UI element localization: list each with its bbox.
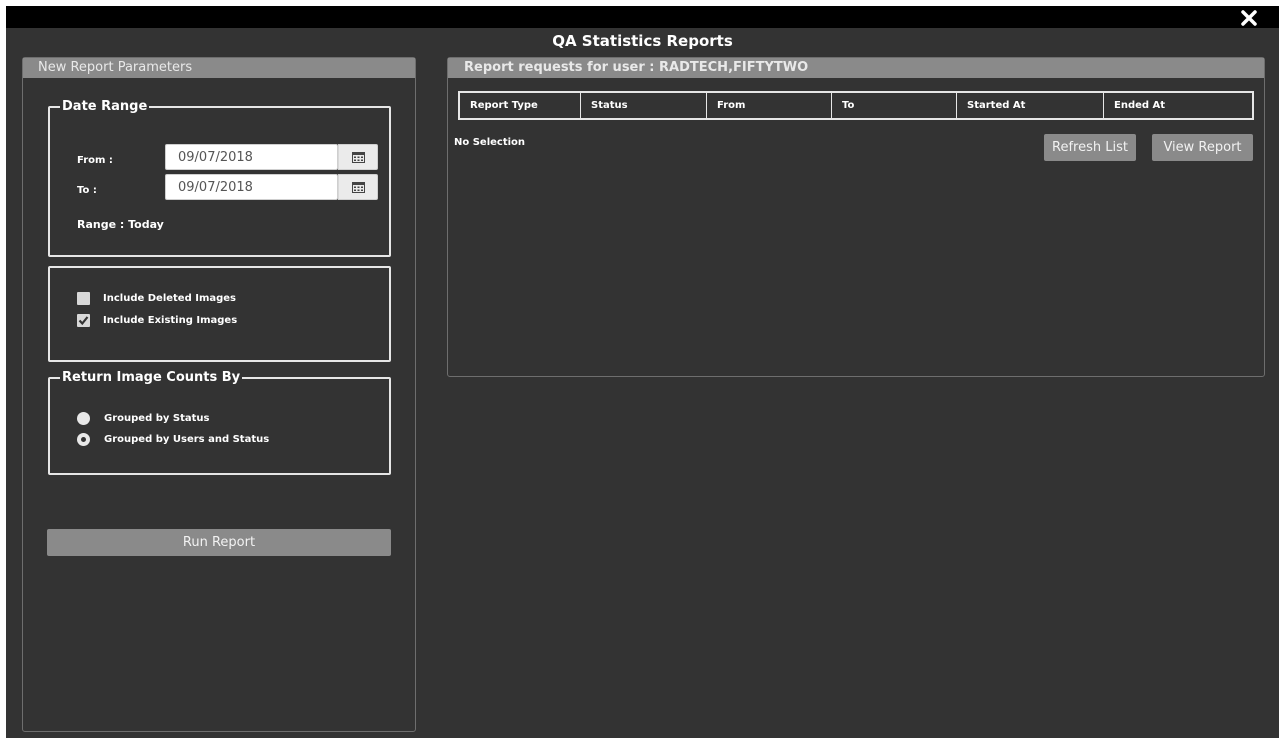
include-deleted-checkbox[interactable]	[77, 292, 90, 305]
no-selection-text: No Selection	[454, 137, 526, 148]
to-date-field[interactable]: 09/07/2018	[165, 174, 338, 200]
refresh-list-button[interactable]: Refresh List	[1044, 134, 1136, 161]
return-counts-legend: Return Image Counts By	[62, 370, 241, 385]
return-counts-group: Return Image Counts By Grouped by Status…	[48, 370, 391, 475]
grouped-by-users-status-radio[interactable]	[77, 433, 90, 446]
window-titlebar	[6, 6, 1279, 28]
include-deleted-row[interactable]: Include Deleted Images	[77, 292, 236, 305]
app-window: QA Statistics Reports New Report Paramet…	[6, 6, 1279, 738]
include-existing-label: Include Existing Images	[103, 315, 238, 326]
column-header-status[interactable]: Status	[581, 93, 707, 118]
from-label: From :	[77, 155, 113, 166]
date-range-group: Date Range From : 09/07/2018 To : 09/07/…	[48, 99, 391, 257]
grouped-by-users-status-label: Grouped by Users and Status	[104, 434, 270, 445]
checkmark-icon	[78, 316, 89, 326]
panel-header: Report requests for user : RADTECH,FIFTY…	[448, 58, 1264, 78]
column-header-started-at[interactable]: Started At	[957, 93, 1104, 118]
from-date-field[interactable]: 09/07/2018	[165, 144, 338, 170]
image-options-group: Include Deleted Images Include Existing …	[48, 266, 391, 362]
report-requests-panel: Report requests for user : RADTECH,FIFTY…	[447, 57, 1265, 377]
calendar-icon	[351, 152, 365, 163]
grouped-by-status-radio[interactable]	[77, 412, 90, 425]
column-header-ended-at[interactable]: Ended At	[1104, 93, 1252, 118]
date-range-legend: Date Range	[62, 99, 148, 114]
new-report-parameters-panel: New Report Parameters Date Range From : …	[22, 57, 416, 732]
column-header-report-type[interactable]: Report Type	[460, 93, 581, 118]
report-table-header: Report Type Status From To Started At En…	[458, 91, 1254, 120]
grouped-by-status-label: Grouped by Status	[104, 413, 210, 424]
range-text: Range : Today	[77, 218, 164, 231]
grouped-by-users-status-row[interactable]: Grouped by Users and Status	[77, 433, 269, 446]
include-existing-row[interactable]: Include Existing Images	[77, 314, 237, 327]
calendar-icon	[351, 182, 365, 193]
include-existing-checkbox[interactable]	[77, 314, 90, 327]
from-calendar-button[interactable]	[338, 144, 378, 170]
grouped-by-status-row[interactable]: Grouped by Status	[77, 412, 209, 425]
radio-selected-dot	[81, 437, 86, 442]
include-deleted-label: Include Deleted Images	[103, 293, 237, 304]
app-body: QA Statistics Reports New Report Paramet…	[6, 28, 1279, 738]
column-header-to[interactable]: To	[832, 93, 957, 118]
run-report-button[interactable]: Run Report	[47, 529, 391, 556]
close-icon[interactable]	[1239, 8, 1259, 28]
view-report-button[interactable]: View Report	[1152, 134, 1253, 161]
panel-header: New Report Parameters	[23, 58, 415, 78]
column-header-from[interactable]: From	[707, 93, 832, 118]
to-label: To :	[77, 185, 97, 196]
to-calendar-button[interactable]	[338, 174, 378, 200]
page-title: QA Statistics Reports	[552, 32, 733, 50]
